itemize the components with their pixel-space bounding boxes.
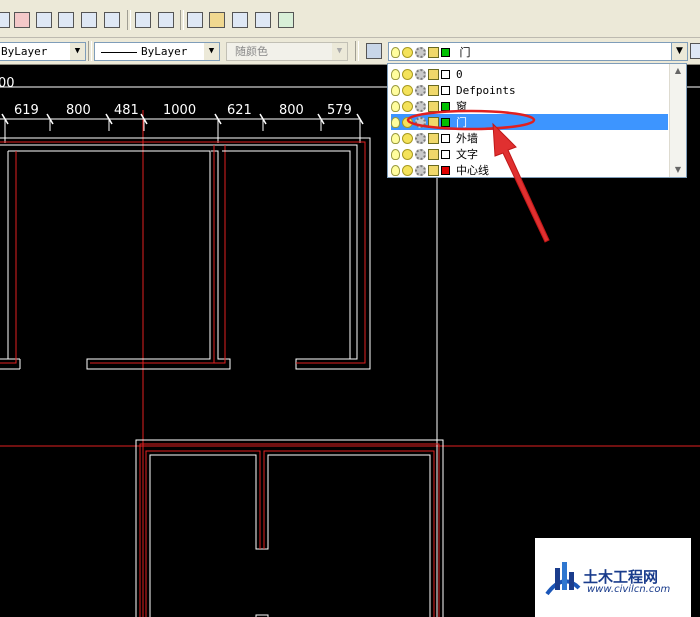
logo-icon	[545, 562, 581, 596]
highlight-ellipse	[406, 109, 536, 131]
annotation-overlay	[406, 109, 550, 243]
site-watermark: 土木工程网 www.civilcn.com	[535, 538, 691, 617]
watermark-url: www.civilcn.com	[587, 584, 671, 595]
arrow-icon	[492, 122, 550, 243]
